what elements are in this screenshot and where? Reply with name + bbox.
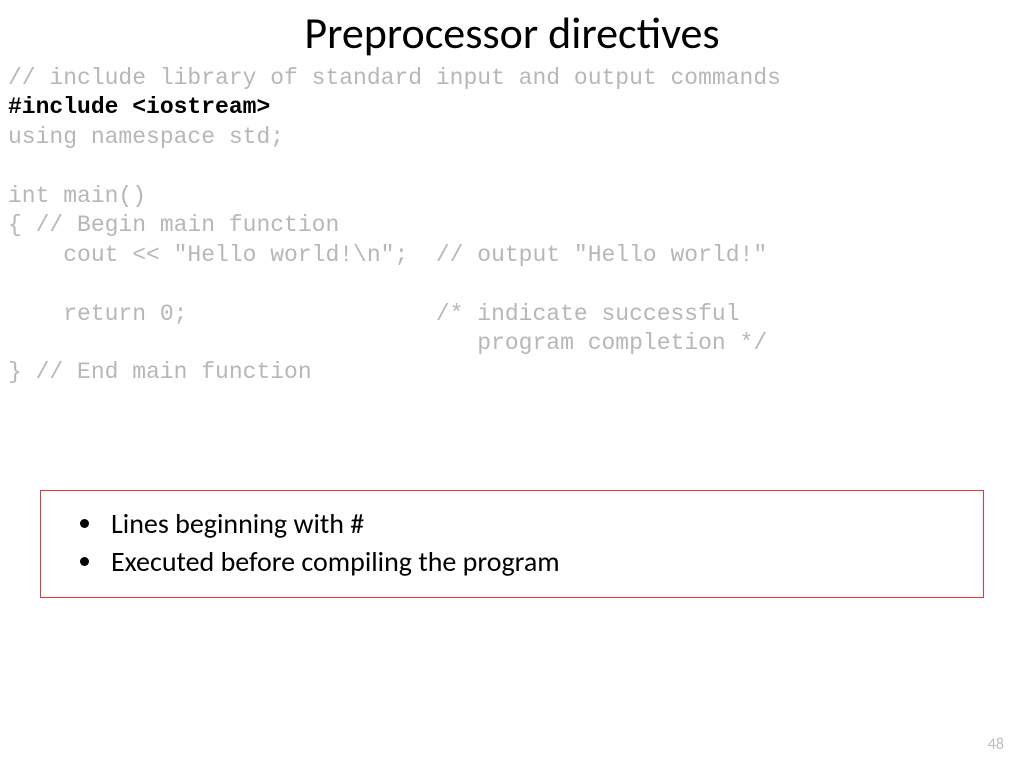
code-line-3: using namespace std; <box>8 124 284 150</box>
bullet-list: Lines beginning with # Executed before c… <box>61 505 963 581</box>
code-line-11: } // End main function <box>8 359 312 385</box>
code-line-7: cout << "Hello world!\n"; // output "Hel… <box>8 242 767 268</box>
code-block: // include library of standard input and… <box>0 60 1024 388</box>
bullet-2: Executed before compiling the program <box>105 543 963 581</box>
code-line-9: return 0; /* indicate successful <box>8 301 740 327</box>
slide: Preprocessor directives // include libra… <box>0 0 1024 768</box>
slide-title: Preprocessor directives <box>0 0 1024 60</box>
code-line-6: { // Begin main function <box>8 212 339 238</box>
code-line-2-include: #include <iostream> <box>8 94 270 120</box>
callout-box: Lines beginning with # Executed before c… <box>40 490 984 598</box>
code-line-5: int main() <box>8 183 146 209</box>
bullet-1: Lines beginning with # <box>105 505 963 543</box>
page-number: 48 <box>988 735 1004 754</box>
code-line-1: // include library of standard input and… <box>8 65 781 91</box>
code-line-10: program completion */ <box>8 330 767 356</box>
